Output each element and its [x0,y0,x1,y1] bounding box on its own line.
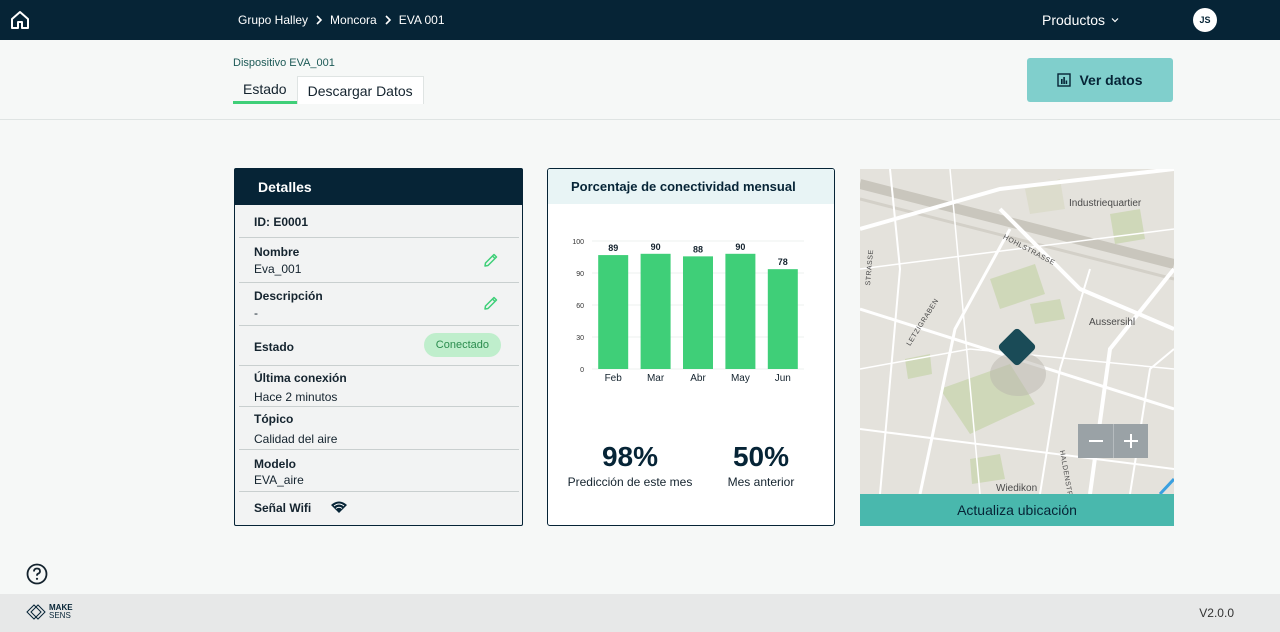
wifi-row: Señal Wifi [239,492,519,522]
bar-value-label: 89 [608,243,618,253]
bar [725,253,756,369]
logo-text-sens: SENS [49,611,71,620]
map-label-aussersihl: Aussersihl [1089,317,1136,328]
anterior-value: 50% [732,441,790,472]
descripcion-row: Descripción - [239,283,519,326]
y-tick-label: 0 [580,367,584,374]
tab-estado[interactable]: Estado [233,76,297,104]
makesens-logo: MAKE SENS [26,603,73,621]
avatar[interactable]: JS [1193,8,1217,32]
y-tick-label: 60 [576,303,584,310]
breadcrumb-item-group[interactable]: Grupo Halley [238,13,308,27]
anterior-label: Mes anterior [727,475,795,489]
bar-value-label: 88 [693,244,703,254]
breadcrumb-item-device: EVA 001 [398,13,445,27]
chart-title: Porcentaje de conectividad mensual [548,169,834,204]
estado-row: Estado Conectado [239,326,519,366]
bar-value-label: 78 [778,257,788,267]
ultima-conexion-row: Última conexión Hace 2 minutos [239,366,519,407]
breadcrumb: Grupo Halley Moncora EVA 001 [238,0,445,40]
help-icon[interactable] [26,563,48,585]
sub-header: Dispositivo EVA_001 Estado Descargar Dat… [0,40,1280,120]
version-label: V2.0.0 [1199,606,1234,620]
update-location-button[interactable]: Actualiza ubicación [860,494,1174,526]
wifi-label: Señal Wifi [254,501,312,515]
modelo-row: Modelo EVA_aire [239,450,519,492]
makesens-logo-icon [26,604,46,620]
bar-value-label: 90 [651,242,661,252]
bar [683,256,713,369]
tabs: Estado Descargar Datos [233,76,424,104]
descripcion-value: - [254,306,258,320]
home-icon[interactable] [10,10,30,30]
details-card: Detalles ID: E0001 Nombre Eva_001 Descri… [234,168,523,526]
device-label: Dispositivo EVA_001 [233,57,335,69]
ultima-conexion-value: Hace 2 minutos [254,390,338,404]
modelo-value: EVA_aire [254,473,304,487]
x-tick-label: May [731,373,750,384]
bar-chart-icon [1057,73,1072,87]
products-label: Productos [1042,12,1106,28]
zoom-out-button[interactable] [1078,424,1113,458]
topico-row: Tópico Calidad del aire [239,407,519,450]
nombre-label: Nombre [254,245,300,259]
wifi-icon [331,501,347,513]
products-menu[interactable]: Productos [1042,0,1119,40]
prediccion-value: 98% [601,441,659,472]
id-row: ID: E0001 [239,205,519,238]
y-tick-label: 100 [572,239,584,246]
breadcrumb-item-client[interactable]: Moncora [330,13,377,27]
chevron-right-icon [385,15,391,25]
connectivity-bar-chart: 100 90 60 30 0 89 Feb 90 Mar 88 Abr 90 May 78 Jun [572,239,804,384]
top-bar: Grupo Halley Moncora EVA 001 Productos J… [0,0,1280,40]
nombre-row: Nombre Eva_001 [239,238,519,283]
x-tick-label: Mar [647,373,665,384]
details-title: Detalles [235,169,522,205]
nombre-value: Eva_001 [254,262,302,276]
edit-descripcion-icon[interactable] [483,295,499,311]
x-tick-label: Feb [605,373,623,384]
map-card: Industriequartier Aussersihl Wiedikon HO… [860,169,1174,526]
chevron-down-icon [1111,18,1119,23]
bar-value-label: 90 [735,242,745,252]
chevron-right-icon [316,15,323,25]
descripcion-label: Descripción [254,289,323,303]
map-label-wiedikon: Wiedikon [996,483,1038,494]
anterior-stat: 50% Mes anterior [714,441,808,489]
y-tick-label: 90 [576,271,584,278]
plus-icon [1124,434,1138,448]
prediccion-stat: 98% Predicción de este mes [567,441,693,489]
footer: MAKE SENS V2.0.0 [0,594,1280,632]
topico-label: Tópico [254,412,294,426]
bar [640,253,671,369]
zoom-in-button[interactable] [1113,424,1148,458]
bar [598,255,629,369]
bar [767,269,798,369]
modelo-label: Modelo [254,457,296,471]
tab-descargar-datos[interactable]: Descargar Datos [296,76,424,104]
ver-datos-label: Ver datos [1079,72,1143,88]
map-view[interactable]: Industriequartier Aussersihl Wiedikon HO… [860,169,1174,494]
x-tick-label: Abr [690,373,706,384]
map-label-industriequartier: Industriequartier [1069,198,1142,209]
prediccion-label: Predicción de este mes [567,475,693,489]
ultima-conexion-label: Última conexión [254,371,347,385]
id-value: ID: E0001 [254,215,309,229]
edit-nombre-icon[interactable] [483,252,499,268]
x-tick-label: Jun [775,373,791,384]
ver-datos-button[interactable]: Ver datos [1027,58,1173,102]
y-tick-label: 30 [576,335,584,342]
status-badge: Conectado [423,333,501,357]
connectivity-chart-card: Porcentaje de conectividad mensual 100 90… [547,168,835,526]
minus-icon [1088,440,1103,442]
topico-value: Calidad del aire [254,432,338,446]
